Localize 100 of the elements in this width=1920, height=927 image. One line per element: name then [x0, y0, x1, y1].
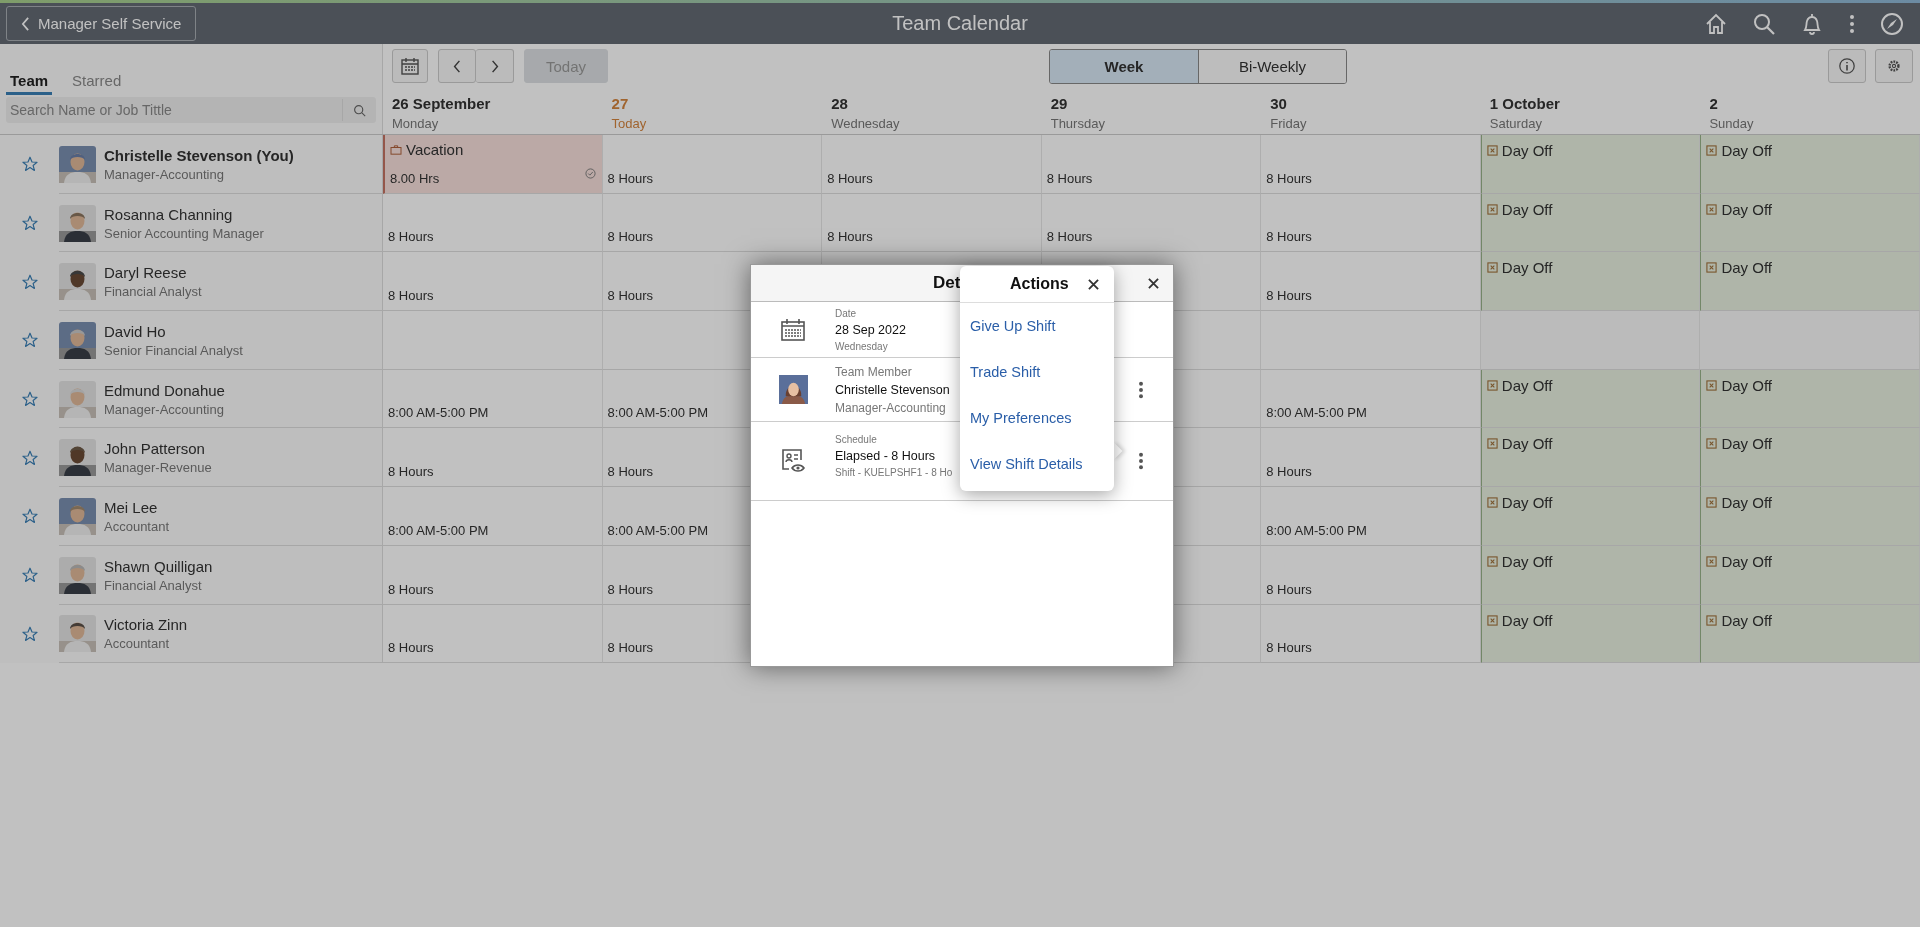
day-off-cell[interactable]: Day Off [1480, 369, 1701, 429]
day-off-cell[interactable]: Day Off [1700, 369, 1920, 429]
star-icon[interactable] [22, 625, 38, 642]
schedule-cell[interactable]: 8 Hours [602, 135, 823, 194]
action-link[interactable]: View Shift Details [970, 441, 1083, 487]
employee-name[interactable]: Daryl Reese [104, 264, 202, 282]
action-link[interactable]: My Preferences [970, 395, 1072, 441]
home-icon[interactable] [1704, 11, 1728, 36]
more-icon[interactable] [1138, 380, 1144, 399]
job-title: Accountant [104, 518, 170, 534]
search-field[interactable]: Search Name or Job Tittle [6, 97, 376, 123]
day-off-cell[interactable]: Day Off [1480, 193, 1701, 253]
job-title: Accountant [104, 636, 171, 652]
hours-text: 8 Hours [1266, 288, 1313, 304]
info-button[interactable] [1828, 49, 1866, 83]
star-icon[interactable] [22, 508, 38, 525]
schedule-cell[interactable]: 8 Hours [1261, 135, 1481, 194]
schedule-cell[interactable]: 8 Hours [1261, 604, 1481, 664]
schedule-cell[interactable]: 8 Hours [822, 193, 1042, 253]
star-icon[interactable] [22, 273, 38, 290]
schedule-cell[interactable]: 8 Hours [383, 604, 603, 664]
star-icon[interactable] [22, 332, 38, 349]
schedule-cell[interactable]: 8 Hours [1261, 193, 1481, 253]
job-title: Manager-Accounting [104, 166, 225, 182]
schedule-cell[interactable]: 8 Hours [822, 135, 1042, 194]
close-icon[interactable] [1088, 279, 1099, 290]
schedule-cell[interactable]: 8 Hours [383, 193, 603, 253]
close-icon[interactable] [1148, 278, 1159, 289]
hours-text: 8:00 AM-5:00 PM [388, 405, 490, 421]
day-off-cell[interactable]: Day Off [1480, 135, 1701, 194]
vacation-cell[interactable]: Vacation 8.00 Hrs [383, 135, 603, 194]
schedule-cell[interactable]: 8 Hours [1261, 545, 1481, 605]
hours-text: 8 Hours [827, 229, 874, 245]
schedule-cell[interactable]: 8 Hours [602, 193, 823, 253]
field-value: Christelle Stevenson [835, 382, 950, 397]
calendar-icon [400, 56, 420, 76]
field-detail: Wednesday [835, 340, 889, 352]
action-link[interactable]: Give Up Shift [970, 303, 1056, 349]
employee-name[interactable]: David Ho [104, 322, 243, 340]
schedule-cell[interactable]: 8:00 AM-5:00 PM [1261, 369, 1481, 429]
employee-name[interactable]: Edmund Donahue [104, 381, 225, 399]
day-off-cell[interactable]: Day Off [1700, 545, 1920, 605]
day-name: Friday [1270, 116, 1308, 131]
view-toggle[interactable]: Week [1050, 49, 1198, 83]
schedule-cell[interactable]: 8 Hours [1261, 252, 1481, 312]
schedule-cell[interactable]: 8 Hours [383, 545, 603, 605]
star-icon[interactable] [22, 215, 38, 232]
chevron-right-icon [490, 59, 499, 73]
compass-icon[interactable] [1880, 11, 1904, 36]
day-off-label: Day Off [1501, 200, 1553, 218]
day-off-cell[interactable]: Day Off [1700, 252, 1920, 312]
search-icon[interactable] [1752, 11, 1776, 36]
job-title: Senior Financial Analyst [104, 342, 243, 358]
hours-text: 8:00 AM-5:00 PM [1266, 522, 1368, 538]
popup-title: Actions [1010, 275, 1069, 293]
day-off-cell[interactable]: Day Off [1700, 604, 1920, 664]
day-off-cell[interactable]: Day Off [1480, 487, 1701, 546]
schedule-cell[interactable]: 8 Hours [383, 428, 603, 488]
view-toggle[interactable]: Bi-Weekly [1198, 49, 1346, 83]
schedule-cell[interactable]: 8 Hours [383, 252, 603, 312]
job-title: Manager-Accounting [104, 401, 225, 417]
calendar-button[interactable] [392, 49, 428, 83]
schedule-cell[interactable]: 8:00 AM-5:00 PM [1261, 487, 1481, 546]
more-icon[interactable] [1138, 452, 1144, 470]
star-icon[interactable] [22, 156, 38, 173]
settings-button[interactable] [1875, 49, 1913, 83]
day-off-cell[interactable]: Day Off [1480, 252, 1701, 312]
star-icon[interactable] [22, 391, 38, 408]
star-icon[interactable] [22, 567, 38, 584]
hours-text: 8 Hours [607, 581, 655, 597]
day-off-cell[interactable]: Day Off [1700, 193, 1920, 253]
hours-text: 8 Hours [388, 640, 435, 656]
day-off-icon [1706, 262, 1718, 274]
schedule-cell[interactable]: 8:00 AM-5:00 PM [383, 369, 603, 429]
hours-text: 8 Hours [388, 464, 435, 480]
day-off-cell[interactable]: Day Off [1480, 428, 1701, 488]
employee-name[interactable]: Mei Lee [104, 498, 170, 516]
employee-name[interactable]: Christelle Stevenson (You) [104, 146, 294, 164]
day-off-cell[interactable]: Day Off [1480, 604, 1701, 664]
day-off-label: Day Off [1501, 142, 1553, 159]
employee-name[interactable]: John Patterson [104, 440, 212, 458]
day-off-cell[interactable]: Day Off [1700, 487, 1920, 546]
day-off-icon [1486, 614, 1498, 626]
schedule-cell[interactable]: 8:00 AM-5:00 PM [383, 487, 603, 546]
gear-icon [1886, 58, 1902, 74]
star-icon[interactable] [22, 449, 38, 466]
back-button[interactable]: Manager Self Service [6, 6, 197, 41]
employee-name[interactable]: Shawn Quilligan [104, 557, 213, 575]
employee-name[interactable]: Victoria Zinn [104, 616, 188, 634]
search-icon[interactable] [353, 103, 366, 117]
hours-text: 8 Hours [1266, 640, 1313, 656]
employee-name[interactable]: Rosanna Channing [104, 205, 264, 223]
schedule-cell[interactable]: 8 Hours [1261, 428, 1481, 488]
schedule-cell[interactable]: 8 Hours [1041, 135, 1262, 194]
field-detail: Shift - KUELPSHF1 - 8 Ho [835, 467, 953, 478]
day-off-cell[interactable]: Day Off [1700, 135, 1920, 194]
action-link[interactable]: Trade Shift [970, 349, 1041, 395]
schedule-cell[interactable]: 8 Hours [1041, 193, 1262, 253]
day-off-cell[interactable]: Day Off [1480, 545, 1701, 605]
day-off-cell[interactable]: Day Off [1700, 428, 1920, 488]
